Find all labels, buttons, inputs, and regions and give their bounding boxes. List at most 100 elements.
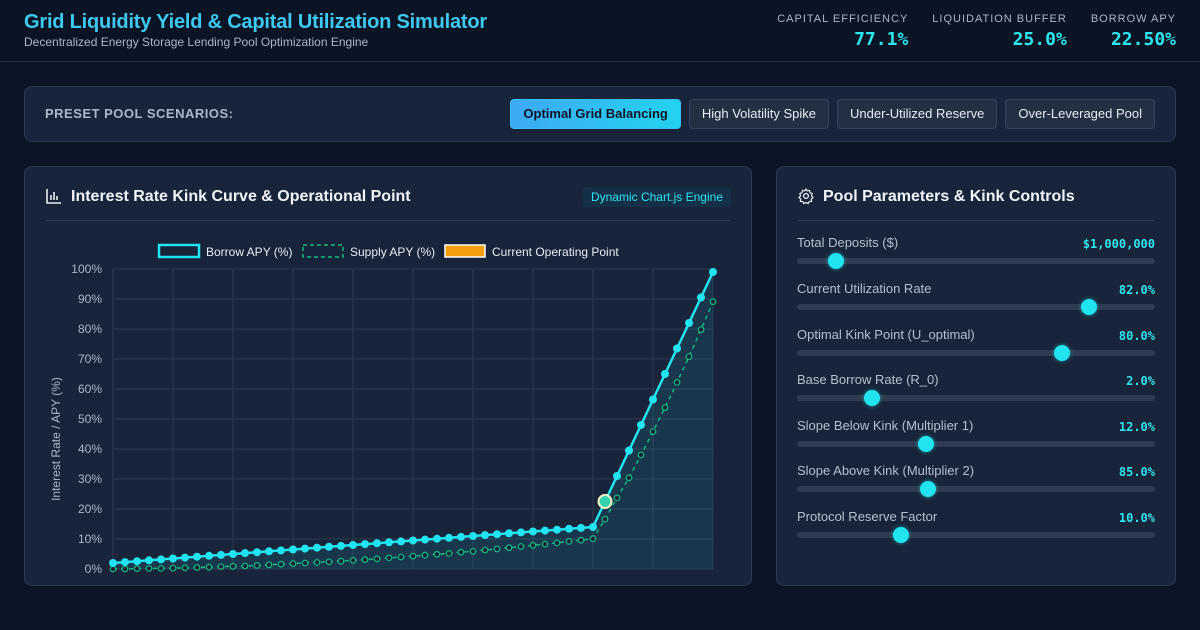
metric-value: 22.50% xyxy=(1110,29,1176,50)
param-protocol-reserve-factor: Protocol Reserve Factor 10.0% xyxy=(797,509,1155,549)
y-tick-label: 10% xyxy=(78,532,102,546)
supply-apy-point xyxy=(613,494,621,502)
param-value: $1,000,000 xyxy=(1082,237,1155,251)
borrow-apy-point xyxy=(157,555,165,564)
app-title: Grid Liquidity Yield & Capital Utilizati… xyxy=(24,11,487,33)
param-value: 80.0% xyxy=(1118,329,1155,343)
param-value: 2.0% xyxy=(1126,374,1155,388)
supply-apy-point xyxy=(373,555,381,563)
supply-apy-point xyxy=(289,560,297,568)
slider-thumb[interactable] xyxy=(828,253,845,269)
params-panel: Pool Parameters & Kink Controls Total De… xyxy=(776,166,1176,586)
slider-track[interactable] xyxy=(797,395,1155,401)
param-value: 12.0% xyxy=(1118,420,1155,434)
supply-apy-point xyxy=(565,538,573,545)
metric-value: 25.0% xyxy=(1012,29,1067,50)
supply-apy-point xyxy=(685,353,693,361)
gear-icon xyxy=(798,188,814,205)
borrow-apy-point xyxy=(697,293,705,302)
slider-track[interactable] xyxy=(797,486,1155,492)
legend-borrow-label: Borrow APY (%) xyxy=(206,245,292,259)
preset-under-utilized-reserve-button[interactable]: Under-Utilized Reserve xyxy=(837,99,998,129)
supply-apy-point xyxy=(505,544,513,552)
borrow-apy-point xyxy=(349,541,357,549)
supply-apy-point xyxy=(337,557,345,565)
preset-buttons: Optimal Grid Balancing High Volatility S… xyxy=(510,99,1155,129)
supply-apy-point xyxy=(349,556,357,564)
legend-supply-swatch xyxy=(302,244,344,258)
slider-thumb[interactable] xyxy=(919,481,936,497)
slider-track[interactable] xyxy=(797,532,1155,538)
slider-track[interactable] xyxy=(797,258,1155,264)
slider-thumb[interactable] xyxy=(1080,299,1097,315)
supply-apy-point xyxy=(541,540,549,548)
borrow-apy-point xyxy=(373,539,381,548)
slider-thumb[interactable] xyxy=(892,527,909,543)
param-value: 10.0% xyxy=(1118,511,1155,525)
legend-operating-point-label: Current Operating Point xyxy=(492,245,619,259)
supply-apy-point xyxy=(673,378,681,386)
y-tick-label: 40% xyxy=(78,442,102,456)
borrow-apy-point xyxy=(421,535,429,544)
param-label: Base Borrow Rate (R_0) xyxy=(797,372,939,387)
param-total-deposits: Total Deposits ($) $1,000,000 xyxy=(797,235,1155,275)
legend-supply-label: Supply APY (%) xyxy=(350,245,435,259)
params-panel-title: Pool Parameters & Kink Controls xyxy=(823,188,1075,205)
borrow-apy-point xyxy=(469,532,477,540)
supply-apy-point xyxy=(625,474,633,482)
supply-apy-point xyxy=(145,565,153,572)
supply-apy-point xyxy=(529,541,537,549)
y-tick-label: 0% xyxy=(85,562,103,576)
slider-thumb[interactable] xyxy=(1053,345,1070,361)
supply-apy-point xyxy=(601,515,609,523)
borrow-apy-point xyxy=(553,525,561,534)
preset-over-leveraged-pool-button[interactable]: Over-Leveraged Pool xyxy=(1005,99,1155,129)
supply-apy-point xyxy=(421,551,429,559)
borrow-apy-point xyxy=(181,553,189,562)
param-optimal-kink: Optimal Kink Point (U_optimal) 80.0% xyxy=(797,327,1155,367)
param-base-borrow-rate: Base Borrow Rate (R_0) 2.0% xyxy=(797,372,1155,412)
param-label: Slope Below Kink (Multiplier 1) xyxy=(797,418,974,433)
supply-apy-point xyxy=(265,561,273,569)
slider-thumb[interactable] xyxy=(864,390,881,406)
preset-high-volatility-spike-button[interactable]: High Volatility Spike xyxy=(688,99,830,129)
borrow-apy-point xyxy=(661,370,669,378)
supply-apy-point xyxy=(229,562,237,570)
slider-track[interactable] xyxy=(797,441,1155,447)
chart-panel-header: Interest Rate Kink Curve & Operational P… xyxy=(45,185,731,221)
y-tick-label: 50% xyxy=(78,412,102,426)
supply-apy-point xyxy=(313,559,321,566)
supply-apy-point xyxy=(121,565,129,573)
borrow-apy-point xyxy=(253,548,261,557)
supply-apy-point xyxy=(637,451,645,459)
preset-optimal-grid-balancing-button[interactable]: Optimal Grid Balancing xyxy=(510,99,681,129)
preset-scenarios-label: PRESET POOL SCENARIOS: xyxy=(45,106,234,121)
slider-track[interactable] xyxy=(797,304,1155,310)
supply-apy-point xyxy=(481,546,489,554)
chart-panel: Interest Rate Kink Curve & Operational P… xyxy=(24,166,752,586)
chart-panel-title: Interest Rate Kink Curve & Operational P… xyxy=(71,188,411,205)
borrow-apy-point xyxy=(589,523,597,531)
supply-apy-point xyxy=(277,560,285,568)
supply-apy-point xyxy=(445,550,453,557)
metric-liquidation-buffer: LIQUIDATION BUFFER 25.0% xyxy=(932,13,1067,50)
chart-engine-badge: Dynamic Chart.js Engine xyxy=(582,187,731,207)
borrow-apy-point xyxy=(109,559,117,567)
borrow-apy-point xyxy=(685,319,693,327)
borrow-apy-point xyxy=(625,446,633,455)
borrow-apy-point xyxy=(505,529,513,538)
supply-apy-point xyxy=(649,428,657,436)
slider-track[interactable] xyxy=(797,350,1155,356)
borrow-apy-point xyxy=(517,528,525,537)
borrow-apy-point xyxy=(277,546,285,555)
interest-rate-chart[interactable]: 0% 10% 20% 30% 40% 50% 60% 70% 80% 90% 100% Interes… xyxy=(25,227,752,586)
borrow-apy-point xyxy=(385,538,393,547)
supply-apy-point xyxy=(457,548,465,556)
y-tick-label: 100% xyxy=(71,262,102,276)
borrow-apy-point xyxy=(217,550,225,559)
slider-thumb[interactable] xyxy=(917,436,934,452)
legend-borrow-swatch xyxy=(157,243,201,259)
supply-apy-point xyxy=(697,326,705,333)
param-label: Optimal Kink Point (U_optimal) xyxy=(797,327,975,342)
borrow-apy-point xyxy=(649,395,657,404)
